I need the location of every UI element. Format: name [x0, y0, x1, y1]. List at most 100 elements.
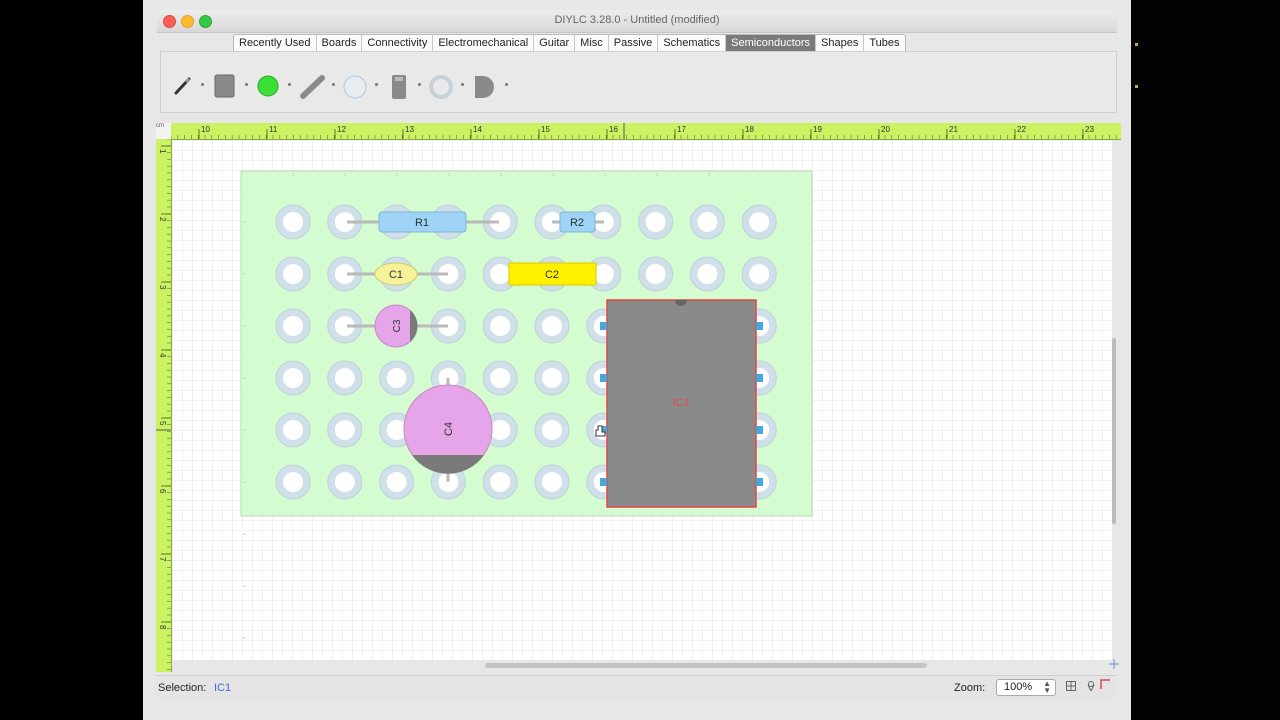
- ruler-label: 4: [158, 353, 167, 358]
- component-toolbox: [160, 51, 1117, 113]
- pad-hole: [490, 368, 511, 388]
- pad-hole: [542, 316, 562, 336]
- pad-hole: [490, 264, 511, 284]
- ruler-label: 2: [158, 217, 167, 222]
- tab-recently-used[interactable]: Recently Used: [234, 35, 317, 52]
- ruler-unit: cm: [156, 123, 171, 139]
- ruler-label: 7: [158, 557, 167, 562]
- selection-value: IC1: [214, 682, 232, 694]
- toolbox-separator: [505, 83, 508, 86]
- pad-hole: [386, 368, 407, 388]
- pad-hole: [542, 472, 562, 492]
- ruler-label: 16: [609, 125, 618, 134]
- ruler-label: 18: [745, 125, 754, 134]
- light-circle-icon[interactable]: [342, 74, 368, 100]
- capacitor-c2[interactable]: C2: [508, 262, 597, 286]
- ic-pin: [756, 322, 763, 330]
- c2-label: C2: [545, 269, 559, 281]
- toolbox-separator: [461, 83, 464, 86]
- tab-boards[interactable]: Boards: [317, 35, 363, 52]
- ic-pin: [600, 478, 607, 486]
- d-shape-icon[interactable]: [473, 74, 497, 100]
- ic1-label: IC1: [672, 397, 689, 409]
- tab-guitar[interactable]: Guitar: [534, 35, 576, 52]
- ruler-label: 23: [1085, 125, 1094, 134]
- ring-icon[interactable]: [428, 74, 454, 100]
- ruler-label: 10: [201, 125, 210, 134]
- tab-misc[interactable]: Misc: [575, 35, 609, 52]
- drawing-canvas[interactable]: R1 R2 C1 C2 C3 C4 IC1: [172, 140, 1112, 660]
- ruler-label: 20: [881, 125, 890, 134]
- zoom-select[interactable]: 100% ▲ ▼: [996, 679, 1056, 696]
- pad-hole: [697, 264, 718, 284]
- title-bar[interactable]: DIYLC 3.28.0 - Untitled (modified): [157, 10, 1117, 33]
- ruler-label: 12: [337, 125, 346, 134]
- toolbox-separator: [288, 83, 291, 86]
- pad-hole: [490, 420, 511, 440]
- tab-semiconductors[interactable]: Semiconductors: [726, 35, 817, 52]
- square-outline-icon[interactable]: [1100, 679, 1110, 689]
- zoom-label: Zoom:: [954, 682, 986, 694]
- toolbox-separator: [418, 83, 421, 86]
- toolbox-separator: [375, 83, 378, 86]
- grid-icon[interactable]: [1066, 681, 1076, 691]
- bulb-icon[interactable]: [1086, 681, 1096, 691]
- status-bar: Selection: IC1 Zoom: 100% ▲ ▼: [156, 675, 1116, 700]
- tab-shapes[interactable]: Shapes: [816, 35, 865, 52]
- pad-hole: [386, 472, 407, 492]
- ruler-label: 14: [473, 125, 482, 134]
- selection-label: Selection:: [158, 682, 207, 694]
- ic-ic1[interactable]: IC1: [600, 299, 763, 508]
- pad-hole: [334, 472, 355, 492]
- c4-label: C4: [443, 422, 455, 436]
- c1-label: C1: [389, 269, 403, 281]
- pad-hole: [334, 368, 355, 388]
- desktop-marker: [1135, 85, 1138, 88]
- ruler-label: 15: [541, 125, 550, 134]
- stepper-arrows-icon: ▲ ▼: [1043, 679, 1051, 695]
- zoom-value: 100%: [1004, 681, 1033, 693]
- pad-hole: [334, 420, 355, 440]
- tab-passive[interactable]: Passive: [609, 35, 659, 52]
- plus-icon[interactable]: [1109, 659, 1119, 669]
- dark-square-icon[interactable]: [214, 74, 236, 98]
- pad-hole: [749, 264, 770, 284]
- vertical-scrollbar[interactable]: [1112, 338, 1116, 524]
- ic-pin: [756, 374, 763, 382]
- pad-hole: [645, 264, 666, 284]
- pad-hole: [283, 264, 303, 284]
- pad-hole: [645, 212, 666, 232]
- diagonal-bar-icon[interactable]: [299, 74, 327, 100]
- pad-hole: [490, 472, 511, 492]
- ruler-label: 13: [405, 125, 414, 134]
- pad-hole: [283, 368, 303, 388]
- desktop-background: [1131, 0, 1280, 720]
- ic-pin: [600, 322, 607, 330]
- tab-tubes[interactable]: Tubes: [864, 35, 904, 52]
- pad-hole: [283, 472, 303, 492]
- green-circle-icon[interactable]: [256, 74, 280, 98]
- pad-hole: [749, 212, 770, 232]
- window-title: DIYLC 3.28.0 - Untitled (modified): [554, 14, 720, 26]
- tab-schematics[interactable]: Schematics: [658, 35, 727, 52]
- c3-label: C3: [392, 319, 403, 332]
- r1-label: R1: [415, 217, 429, 229]
- ruler-label: 17: [677, 125, 686, 134]
- tab-electromechanical[interactable]: Electromechanical: [433, 35, 535, 52]
- r2-label: R2: [570, 217, 584, 229]
- toolbox-separator: [245, 83, 248, 86]
- small-chip-icon[interactable]: [390, 74, 408, 100]
- horizontal-scrollbar[interactable]: [485, 663, 927, 668]
- pad-hole: [542, 368, 562, 388]
- ruler-label: 11: [269, 125, 278, 134]
- ruler-label: 8: [158, 625, 167, 630]
- pencil-icon[interactable]: [173, 74, 193, 96]
- ruler-label: 6: [158, 489, 167, 494]
- tab-connectivity[interactable]: Connectivity: [362, 35, 434, 52]
- horizontal-ruler: 10 11 12 13 14 15 16 17 18 19 20 21 22 23: [171, 123, 1121, 140]
- pad-hole: [283, 316, 303, 336]
- pad-hole: [593, 264, 614, 284]
- pad-hole: [490, 316, 511, 336]
- ic-pin: [756, 478, 763, 486]
- pad-hole: [283, 212, 303, 232]
